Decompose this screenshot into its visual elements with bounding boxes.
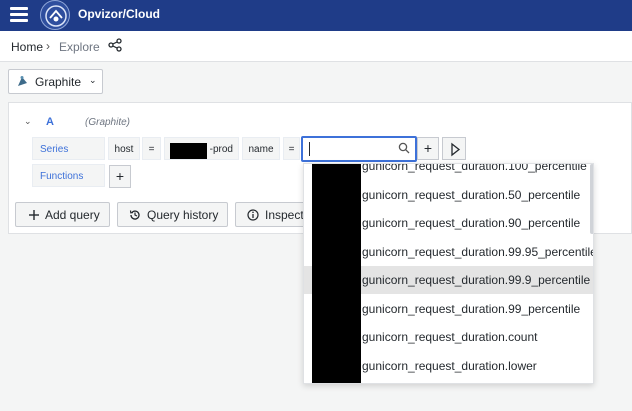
datasource-label: Graphite — [35, 75, 82, 89]
query-history-label: Query history — [147, 208, 219, 222]
add-query-label: Add query — [45, 208, 100, 222]
breadcrumb-home[interactable]: Home — [11, 40, 43, 54]
info-icon — [247, 209, 259, 221]
app-logo[interactable] — [40, 0, 70, 30]
app-title: Opvizor/Cloud — [78, 7, 160, 21]
series-label: Series — [32, 137, 105, 160]
dropdown-option-label: gunicorn_request_duration.lower — [362, 358, 537, 373]
tag-value-suffix: -prod — [209, 144, 233, 155]
breadcrumb-separator: › — [46, 39, 50, 53]
share-icon[interactable] — [108, 38, 122, 52]
query-letter[interactable]: A — [46, 116, 54, 128]
chevron-down-icon: ⌄ — [89, 75, 97, 85]
tag-operator-2[interactable]: = — [283, 137, 300, 160]
query-history-button[interactable]: Query history — [117, 202, 228, 227]
dropdown-option-label: gunicorn_request_duration.90_percentile — [362, 216, 581, 230]
logo-icon — [45, 5, 67, 27]
datasource-picker[interactable]: Graphite ⌄ — [8, 69, 103, 94]
text-caret — [309, 142, 310, 156]
tag-key-name[interactable]: name — [242, 137, 280, 160]
dropdown-option-label: gunicorn_request_duration.count — [362, 330, 538, 344]
dropdown-option-label: gunicorn_request_duration.99_percentile — [362, 301, 581, 316]
plus-icon — [29, 210, 39, 220]
tag-value-dropdown: gunicorn_request_duration.lower gunicorn_… — [303, 163, 594, 384]
redacted-block — [312, 164, 361, 383]
top-bar: Opvizor/Cloud — [0, 0, 632, 31]
dropdown-option-label: gunicorn_request_duration.100_percentile — [362, 163, 587, 173]
dropdown-option-label: gunicorn_request_duration.50_percentile — [362, 187, 581, 202]
play-icon — [451, 142, 461, 157]
add-query-button[interactable]: Add query — [15, 202, 110, 227]
add-tag-button[interactable]: + — [417, 137, 439, 160]
breadcrumb-current: Explore — [59, 40, 100, 54]
tag-key-host[interactable]: host — [108, 137, 140, 160]
dropdown-scrollbar[interactable] — [590, 164, 593, 234]
query-datasource-hint: (Graphite) — [85, 117, 131, 128]
collapse-icon[interactable]: ⌄ — [24, 116, 32, 127]
add-function-button[interactable]: + — [109, 165, 131, 188]
dropdown-option-label: gunicorn_request_duration.99.9_percentil… — [362, 273, 591, 287]
menu-icon[interactable] — [10, 5, 28, 23]
search-icon — [398, 142, 410, 154]
graphite-icon — [18, 76, 27, 86]
tag-operator-1[interactable]: = — [142, 137, 161, 160]
history-icon — [129, 210, 140, 220]
redacted-block — [170, 143, 207, 159]
breadcrumb: Home › Explore — [0, 31, 632, 62]
run-query-button[interactable] — [442, 137, 466, 160]
dropdown-option-label: gunicorn_request_duration.99.95_percenti… — [362, 244, 594, 259]
functions-label: Functions — [32, 164, 105, 187]
